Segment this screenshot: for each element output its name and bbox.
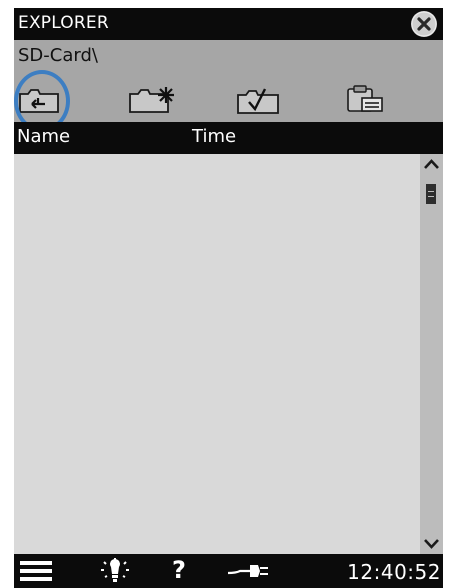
column-header: Name Time xyxy=(14,122,443,154)
status-bar: ? 12:40:52 xyxy=(14,554,443,588)
chevron-down-icon xyxy=(424,539,439,549)
folder-up-button[interactable] xyxy=(18,86,60,114)
new-folder-icon xyxy=(129,87,174,113)
power-plug-icon xyxy=(227,565,268,577)
help-icon[interactable]: ? xyxy=(172,556,186,584)
clock: 12:40:52 xyxy=(347,560,441,584)
new-folder-button[interactable] xyxy=(128,84,180,114)
scrollbar[interactable] xyxy=(420,154,443,554)
select-folder-button[interactable] xyxy=(236,83,282,115)
explorer-window: EXPLORER SD-Card\ Name Time ? 12:40:52 xyxy=(14,8,443,588)
paste-button[interactable] xyxy=(344,84,388,114)
scroll-thumb[interactable] xyxy=(426,184,436,204)
scroll-down-button[interactable] xyxy=(420,532,443,554)
backlight-button[interactable] xyxy=(100,558,130,588)
column-name-header[interactable]: Name xyxy=(17,126,70,147)
menu-button[interactable] xyxy=(20,560,52,586)
backlight-icon xyxy=(101,558,129,582)
power-status xyxy=(227,563,270,583)
close-button[interactable] xyxy=(411,11,437,37)
folder-up-icon xyxy=(19,89,59,113)
toolbar-area: SD-Card\ xyxy=(14,40,443,122)
scroll-up-button[interactable] xyxy=(420,154,443,176)
column-time-header[interactable]: Time xyxy=(192,126,236,147)
window-title: EXPLORER xyxy=(18,13,109,33)
current-path: SD-Card\ xyxy=(18,45,98,66)
close-icon xyxy=(411,11,437,37)
folder-check-icon xyxy=(237,88,279,114)
menu-icon xyxy=(20,561,52,581)
clipboard-paste-icon xyxy=(347,85,383,112)
file-list[interactable] xyxy=(14,154,420,554)
title-bar: EXPLORER xyxy=(14,8,443,40)
chevron-up-icon xyxy=(424,159,439,169)
